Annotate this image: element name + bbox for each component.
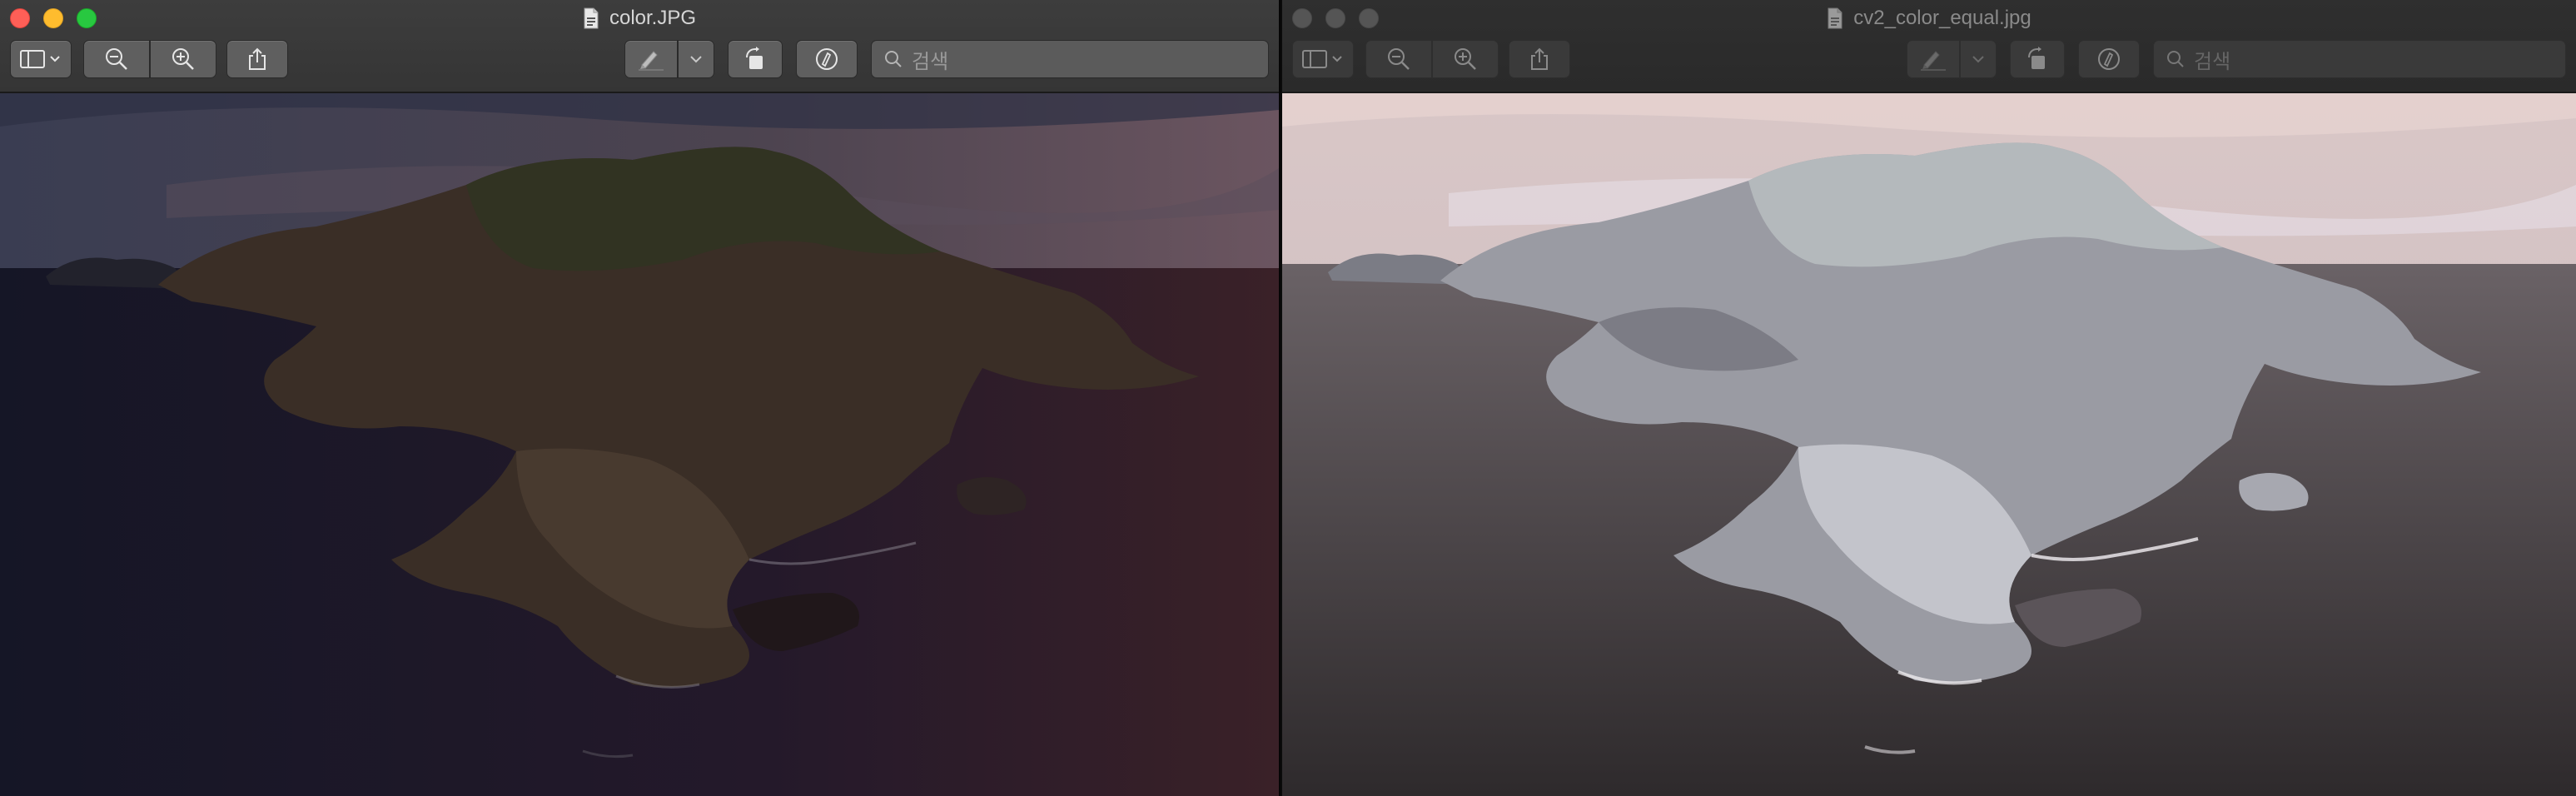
window-title: color.JPG — [0, 4, 1279, 32]
zoom-out-icon — [1388, 48, 1410, 70]
zoom-in-button[interactable] — [1432, 40, 1499, 78]
window-title: cv2_color_equal.jpg — [1282, 4, 2576, 32]
markup-pen-icon — [639, 51, 664, 71]
markup-pen-icon — [1921, 51, 1946, 71]
markup-pen-button[interactable] — [1907, 40, 1960, 78]
titlebar: color.JPG 검색 — [0, 0, 1279, 93]
annotate-icon — [816, 48, 838, 70]
annotate-button[interactable] — [796, 40, 858, 78]
zoom-out-button[interactable] — [83, 40, 150, 78]
search-placeholder: 검색 — [912, 50, 949, 73]
search-placeholder: 검색 — [2194, 50, 2231, 73]
sidebar-toggle-icon — [20, 50, 60, 68]
markup-pen-button[interactable] — [624, 40, 678, 78]
zoom-out-button[interactable] — [1365, 40, 1432, 78]
sidebar-toggle-button[interactable] — [10, 40, 72, 78]
share-button[interactable] — [1509, 40, 1570, 78]
window-title-text: color.JPG — [609, 7, 697, 29]
island-photo-equalized — [1282, 93, 2576, 796]
sidebar-toggle-icon — [1302, 50, 1342, 68]
zoom-in-button[interactable] — [150, 40, 216, 78]
zoom-in-icon — [1455, 48, 1476, 70]
search-field[interactable]: 검색 — [871, 40, 1269, 78]
chevron-down-icon — [1972, 56, 1984, 63]
markup-options-button[interactable] — [678, 40, 714, 78]
markup-options-button[interactable] — [1960, 40, 1997, 78]
zoom-in-icon — [172, 48, 194, 70]
chevron-down-icon — [690, 56, 702, 63]
share-icon — [249, 47, 266, 70]
image-view[interactable] — [1282, 93, 2576, 796]
share-button[interactable] — [226, 40, 288, 78]
island-photo — [0, 93, 1279, 796]
zoom-out-icon — [106, 48, 127, 70]
rotate-icon — [746, 47, 763, 69]
document-icon — [1828, 7, 1842, 29]
search-icon — [2167, 51, 2184, 67]
rotate-icon — [2028, 47, 2045, 69]
image-view[interactable] — [0, 93, 1279, 796]
share-icon — [1531, 47, 1548, 70]
preview-window-original: color.JPG 검색 — [0, 0, 1281, 796]
preview-window-equalized: cv2_color_equal.jpg 검색 — [1282, 0, 2576, 796]
annotate-button[interactable] — [2078, 40, 2140, 78]
search-field[interactable]: 검색 — [2153, 40, 2566, 78]
window-title-text: cv2_color_equal.jpg — [1853, 7, 2031, 29]
titlebar: cv2_color_equal.jpg 검색 — [1282, 0, 2576, 93]
annotate-icon — [2098, 48, 2120, 70]
sidebar-toggle-button[interactable] — [1292, 40, 1354, 78]
rotate-button[interactable] — [2010, 40, 2065, 78]
document-icon — [584, 7, 599, 29]
search-icon — [885, 51, 902, 67]
rotate-button[interactable] — [728, 40, 783, 78]
